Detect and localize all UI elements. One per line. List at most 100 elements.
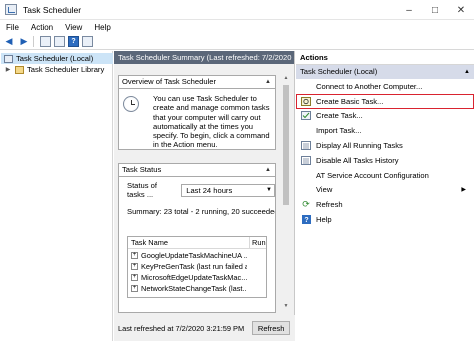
status-label: Status of tasks ... xyxy=(127,181,157,199)
action-label: Display All Running Tasks xyxy=(316,141,403,151)
overview-title: Overview of Task Scheduler xyxy=(122,77,216,86)
summary-header: Task Scheduler Summary (Last refreshed: … xyxy=(114,51,294,64)
summary-pane: Task Scheduler Summary (Last refreshed: … xyxy=(114,51,295,341)
list-icon xyxy=(301,141,311,151)
scroll-thumb[interactable] xyxy=(283,85,289,205)
table-header: Task Name Run xyxy=(128,237,266,249)
action-label: AT Service Account Configuration xyxy=(316,170,429,180)
overview-body: You can use Task Scheduler to create and… xyxy=(119,89,275,155)
action-connect-to-another-computer[interactable]: Connect to Another Computer... xyxy=(296,79,474,94)
action-help[interactable]: ? Help xyxy=(296,212,474,227)
refresh-icon: ⟳ xyxy=(302,199,310,210)
table-row[interactable]: + NetworkStateChangeTask (last... xyxy=(128,283,266,294)
title-bar: Task Scheduler – □ ✕ xyxy=(0,0,474,20)
blank-icon xyxy=(301,126,311,135)
status-period-select[interactable]: Last 24 hours ▼ xyxy=(181,183,275,197)
action-label: Connect to Another Computer... xyxy=(316,81,423,91)
menu-file[interactable]: File xyxy=(0,23,25,32)
back-button[interactable]: ◀ xyxy=(3,36,15,48)
scroll-down-icon[interactable]: ▼ xyxy=(282,303,290,311)
action-label: Refresh xyxy=(316,200,343,210)
column-run[interactable]: Run xyxy=(250,237,266,248)
action-view[interactable]: View ▶ xyxy=(296,183,474,198)
minimize-icon: – xyxy=(406,4,412,16)
overview-section: Overview of Task Scheduler ▲ You can use… xyxy=(118,75,276,150)
task-name: NetworkStateChangeTask (last... xyxy=(141,284,247,293)
collapse-icon[interactable]: ▲ xyxy=(261,76,275,88)
last-refreshed-text: Last refreshed at 7/2/2020 3:21:59 PM xyxy=(118,323,245,333)
collapse-icon[interactable]: ▲ xyxy=(261,164,275,176)
menu-help[interactable]: Help xyxy=(88,23,116,32)
maximize-button[interactable]: □ xyxy=(422,0,448,20)
expand-plus-icon[interactable]: + xyxy=(131,285,138,292)
actions-group-header[interactable]: Task Scheduler (Local) ▲ xyxy=(296,65,474,79)
expand-plus-icon[interactable]: + xyxy=(131,274,138,281)
menu-action[interactable]: Action xyxy=(25,23,59,32)
tree-item-label: Task Scheduler Library xyxy=(27,65,105,74)
submenu-arrow-icon: ▶ xyxy=(461,187,466,194)
window-controls: – □ ✕ xyxy=(396,0,474,20)
maximize-icon: □ xyxy=(431,4,439,16)
center-scrollbar[interactable]: ▲ ▼ xyxy=(282,75,290,311)
console-tree-button[interactable] xyxy=(40,36,51,47)
action-label: View xyxy=(316,185,333,195)
minimize-button[interactable]: – xyxy=(396,0,422,20)
console-tree: Task Scheduler (Local) ▶ Task Scheduler … xyxy=(0,51,113,341)
action-refresh[interactable]: ⟳ Refresh xyxy=(296,197,474,212)
help-icon: ? xyxy=(71,38,76,45)
blank-icon xyxy=(301,185,311,194)
help-button[interactable]: ? xyxy=(68,36,79,47)
forward-button[interactable]: ▶ xyxy=(18,36,30,48)
status-summary: Summary: 23 total - 2 running, 20 succee… xyxy=(127,207,275,216)
overview-text: You can use Task Scheduler to create and… xyxy=(153,94,270,150)
actions-group-label: Task Scheduler (Local) xyxy=(300,67,378,76)
properties-button[interactable] xyxy=(54,36,65,47)
window-title: Task Scheduler xyxy=(23,4,82,15)
tree-item-task-scheduler-library[interactable]: ▶ Task Scheduler Library xyxy=(0,64,112,75)
action-import-task[interactable]: Import Task... xyxy=(296,123,474,138)
menu-bar: File Action View Help xyxy=(0,20,474,34)
close-icon: ✕ xyxy=(456,4,466,16)
action-display-all-running-tasks[interactable]: Display All Running Tasks xyxy=(296,138,474,153)
actions-title: Actions xyxy=(296,51,474,65)
chevron-down-icon: ▼ xyxy=(266,187,272,193)
action-create-task[interactable]: Create Task... xyxy=(296,109,474,124)
task-status-section: Task Status ▲ Status of tasks ... Last 2… xyxy=(118,163,276,313)
forward-arrow-icon: ▶ xyxy=(20,36,28,46)
action-create-basic-task[interactable]: Create Basic Task... xyxy=(296,93,474,109)
tree-item-task-scheduler-local[interactable]: Task Scheduler (Local) xyxy=(1,53,113,64)
action-disable-all-tasks-history[interactable]: Disable All Tasks History xyxy=(296,153,474,168)
table-row[interactable]: + KeyPreGenTask (last run failed a... xyxy=(128,261,266,272)
action-at-service-account-configuration[interactable]: AT Service Account Configuration xyxy=(296,168,474,183)
overview-header[interactable]: Overview of Task Scheduler ▲ xyxy=(119,76,275,89)
task-status-title: Task Status xyxy=(122,165,162,174)
scroll-up-icon[interactable]: ▲ xyxy=(282,75,290,83)
toolbar-separator xyxy=(33,36,34,47)
task-status-table: Task Name Run + GoogleUpdateTaskMachineU… xyxy=(127,236,267,298)
close-button[interactable]: ✕ xyxy=(448,0,474,20)
task-icon xyxy=(301,111,311,121)
wizard-icon xyxy=(301,96,311,106)
column-task-name[interactable]: Task Name xyxy=(128,237,250,248)
action-label: Create Basic Task... xyxy=(316,96,384,106)
status-period-value: Last 24 hours xyxy=(186,185,233,195)
folder-icon xyxy=(15,65,24,74)
collapse-icon[interactable]: ▲ xyxy=(460,65,474,79)
clock-icon xyxy=(4,54,13,63)
refresh-button[interactable]: Refresh xyxy=(252,321,291,335)
action-label: Import Task... xyxy=(316,126,362,136)
expand-plus-icon[interactable]: + xyxy=(131,263,138,270)
expand-plus-icon[interactable]: + xyxy=(131,252,138,259)
table-row[interactable]: + MicrosoftEdgeUpdateTaskMac... xyxy=(128,272,266,283)
status-filter-row: Status of tasks ... Last 24 hours ▼ xyxy=(119,177,275,199)
action-label: Create Task... xyxy=(316,111,363,121)
menu-view[interactable]: View xyxy=(59,23,88,32)
expand-arrow-icon[interactable]: ▶ xyxy=(4,66,12,73)
show-action-pane-button[interactable] xyxy=(82,36,93,47)
task-status-header[interactable]: Task Status ▲ xyxy=(119,164,275,177)
actions-pane: Actions Task Scheduler (Local) ▲ Connect… xyxy=(296,51,474,341)
task-name: MicrosoftEdgeUpdateTaskMac... xyxy=(141,273,247,282)
back-arrow-icon: ◀ xyxy=(5,36,13,46)
blank-icon xyxy=(301,171,311,180)
table-row[interactable]: + GoogleUpdateTaskMachineUA ... xyxy=(128,250,266,261)
